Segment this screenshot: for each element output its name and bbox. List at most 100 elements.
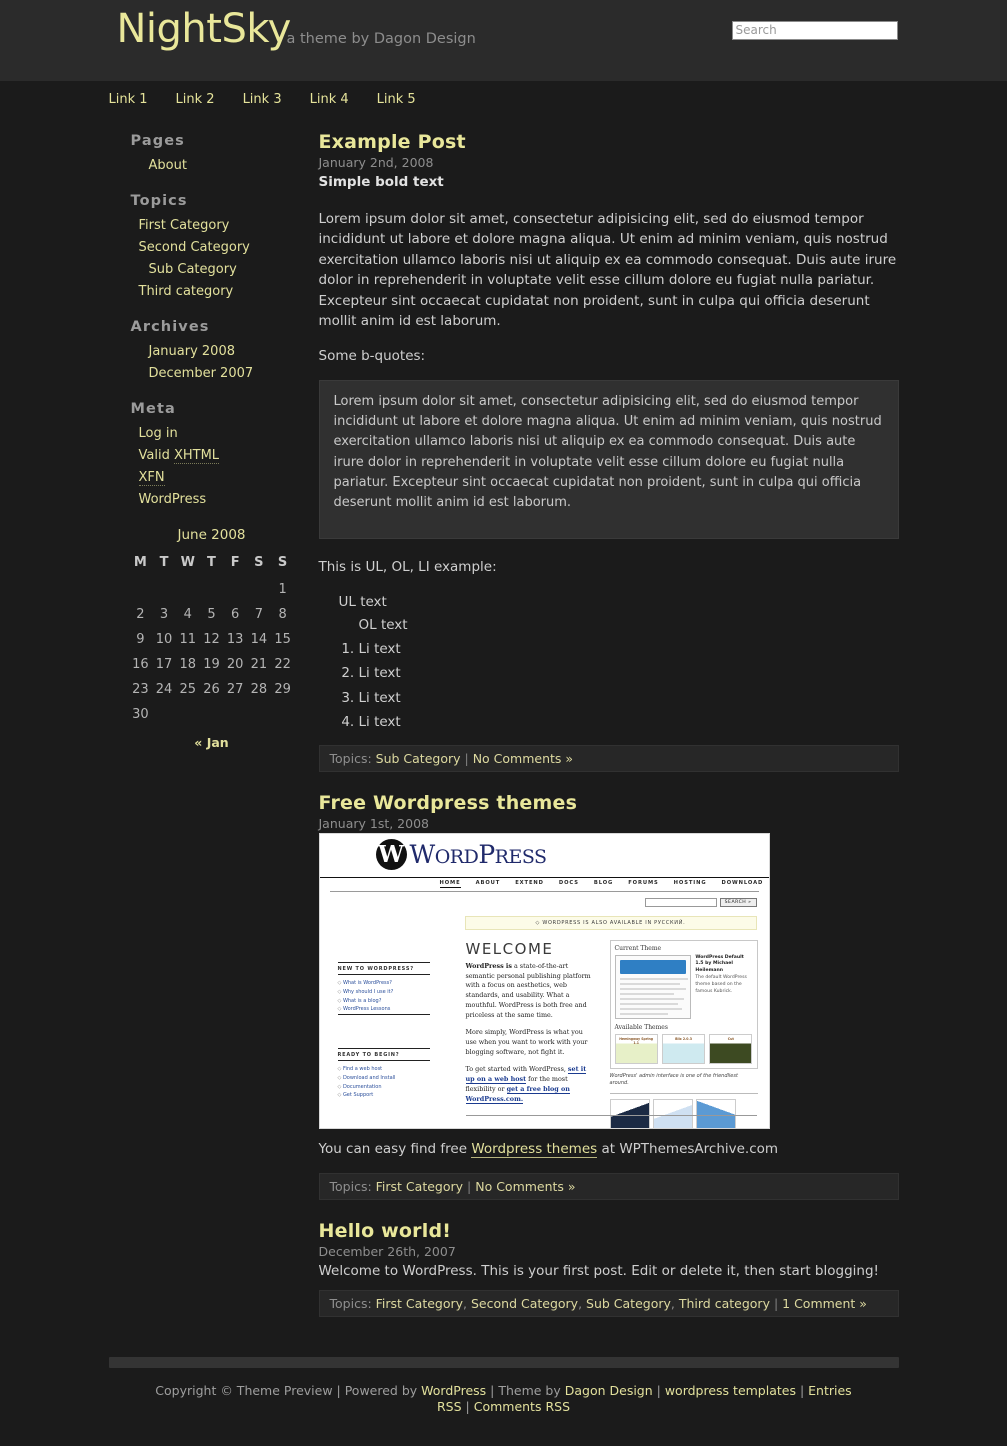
footer-wordpress-link[interactable]: WordPress <box>421 1383 486 1398</box>
calendar-day-empty <box>152 577 176 602</box>
calendar-day-10: 10 <box>152 627 176 652</box>
wp-side-link: Why should I use it? <box>338 987 430 996</box>
post-comments-link[interactable]: 1 Comment » <box>782 1296 867 1311</box>
calendar-weekday-3: W <box>176 552 200 577</box>
wp-para-1-rest: a state-of-the-art semantic personal pub… <box>466 962 591 1020</box>
calendar-weekday-5: F <box>223 552 247 577</box>
calendar-day-25: 25 <box>176 677 200 702</box>
wp-side-link: WordPress Lessons <box>338 1005 430 1014</box>
wp-theme-card-label: Blix 2.0.3 <box>665 1037 702 1041</box>
calendar-prev-nav[interactable]: « Jan <box>129 732 295 751</box>
nav-link-5[interactable]: Link 5 <box>377 92 416 107</box>
post-title[interactable]: Free Wordpress themes <box>319 792 899 814</box>
wp-para-1: WordPress is a state-of-the-art semantic… <box>466 962 596 1022</box>
sidebar-page-link-1[interactable]: About <box>109 158 187 173</box>
calendar-day-13: 13 <box>223 627 247 652</box>
list-item: Log in <box>109 422 304 441</box>
wp-side-link: Find a web host <box>338 1065 430 1074</box>
post-category-link[interactable]: Sub Category <box>586 1296 671 1311</box>
calendar-table: MTWTFSS 12345678910111213141516171819202… <box>129 552 295 727</box>
calendar-day-20: 20 <box>223 652 247 677</box>
calendar-day-7: 7 <box>247 602 271 627</box>
sidebar-archive-link-2[interactable]: December 2007 <box>109 366 254 381</box>
calendar-day-6: 6 <box>223 602 247 627</box>
list-item: January 2008 <box>109 340 304 359</box>
sidebar-topic-link-3[interactable]: Sub Category <box>109 262 237 277</box>
post-example-post: Example Post January 2nd, 2008 Simple bo… <box>319 131 899 772</box>
wordpress-themes-link[interactable]: Wordpress themes <box>471 1141 597 1158</box>
calendar-day-19: 19 <box>200 652 224 677</box>
post-category-link[interactable]: Sub Category <box>376 751 461 766</box>
wp-theme-blurb: The default WordPress theme based on the… <box>695 975 752 996</box>
quote-intro: Some b-quotes: <box>319 346 899 367</box>
nav-link-4[interactable]: Link 4 <box>310 92 349 107</box>
calendar-caption: June 2008 <box>129 527 295 552</box>
calendar-week-row: 1 <box>129 577 295 602</box>
wp-divider <box>330 891 759 892</box>
wp-nav-item: HOSTING <box>674 880 707 886</box>
primary-navigation: Link 1 Link 2 Link 3 Link 4 Link 5 <box>0 81 1007 111</box>
calendar-day-21: 21 <box>247 652 271 677</box>
unordered-list: UL text <box>339 591 899 614</box>
list-item: Sub Category <box>109 258 304 277</box>
nav-link-3[interactable]: Link 3 <box>243 92 282 107</box>
list-demo: UL text OL text Li textLi textLi textLi … <box>319 591 899 734</box>
post-meta-prefix: Topics: <box>330 1179 372 1194</box>
calendar-week-row: 2345678 <box>129 602 295 627</box>
wp-nav-item: ABOUT <box>476 880 501 886</box>
search-form[interactable] <box>732 19 898 40</box>
calendar-prev-link[interactable]: « Jan <box>194 735 228 750</box>
sidebar-heading-pages: Pages <box>131 133 304 149</box>
sidebar-topic-link-1[interactable]: First Category <box>109 218 230 233</box>
sidebar-topic-link-2[interactable]: Second Category <box>109 240 250 255</box>
post-category-link[interactable]: Second Category <box>471 1296 578 1311</box>
calendar-day-2: 2 <box>129 602 153 627</box>
list-item: Valid XHTML <box>109 444 304 463</box>
calendar-week-row: 23242526272829 <box>129 677 295 702</box>
sidebar-topic-link-4[interactable]: Third category <box>109 284 234 299</box>
post-comments-link[interactable]: No Comments » <box>475 1179 575 1194</box>
blockquote: Lorem ipsum dolor sit amet, consectetur … <box>319 380 899 539</box>
search-input[interactable] <box>732 21 898 40</box>
list-item: First Category <box>109 214 304 233</box>
calendar-weekday-7: S <box>271 552 295 577</box>
sidebar-meta-link-3[interactable]: XFN <box>109 470 165 485</box>
footer-comments-rss-link[interactable]: Comments RSS <box>474 1399 570 1414</box>
sidebar-section-topics: Topics First CategorySecond CategorySub … <box>109 193 304 299</box>
calendar-day-empty <box>200 702 224 727</box>
post-comments-link[interactable]: No Comments » <box>473 751 573 766</box>
footer-templates-link[interactable]: wordpress templates <box>665 1383 796 1398</box>
post-date: December 26th, 2007 <box>319 1244 899 1259</box>
calendar-weekday-4: T <box>200 552 224 577</box>
wordpress-screenshot-image: W WORDPRESS HOMEABOUTEXTENDDOCSBLOGFORUM… <box>319 833 770 1129</box>
sidebar-meta-link-1[interactable]: Log in <box>109 426 178 441</box>
post-category-link[interactable]: First Category <box>376 1179 463 1194</box>
sidebar-meta-link-4[interactable]: WordPress <box>109 492 207 507</box>
post-category-link[interactable]: First Category <box>376 1296 463 1311</box>
wm-c: P <box>478 840 494 869</box>
post-paragraph: Welcome to WordPress. This is your first… <box>319 1261 899 1282</box>
calendar-week-row: 9101112131415 <box>129 627 295 652</box>
calendar-day-empty <box>152 702 176 727</box>
wp-theme-panel: Current Theme <box>610 940 758 1069</box>
wp-theme-card: Hemingway Spring 1.1 <box>615 1034 658 1064</box>
wp-nav-item: EXTEND <box>515 880 544 886</box>
wp-para-2: More simply, WordPress is what you use w… <box>466 1028 596 1058</box>
wm-a: W <box>410 840 435 869</box>
sidebar-meta-link-2[interactable]: Valid XHTML <box>109 448 220 463</box>
wp-search-button: SEARCH » <box>720 898 757 907</box>
post-title[interactable]: Example Post <box>319 131 899 153</box>
calendar-day-empty <box>247 702 271 727</box>
post-meta-prefix: Topics: <box>330 751 372 766</box>
wp-para-1-bold: WordPress is <box>466 962 512 970</box>
nav-link-2[interactable]: Link 2 <box>176 92 215 107</box>
wp-side-link: What is WordPress? <box>338 979 430 988</box>
footer-dagon-link[interactable]: Dagon Design <box>565 1383 653 1398</box>
post-title[interactable]: Hello world! <box>319 1220 899 1242</box>
sidebar-archive-link-1[interactable]: January 2008 <box>109 344 236 359</box>
post-hello-world: Hello world! December 26th, 2007 Welcome… <box>319 1220 899 1317</box>
ordered-list: Li textLi textLi textLi text <box>341 637 899 735</box>
footer-theme-by: | Theme by <box>486 1383 565 1398</box>
post-category-link[interactable]: Third category <box>679 1296 770 1311</box>
nav-link-1[interactable]: Link 1 <box>109 92 148 107</box>
